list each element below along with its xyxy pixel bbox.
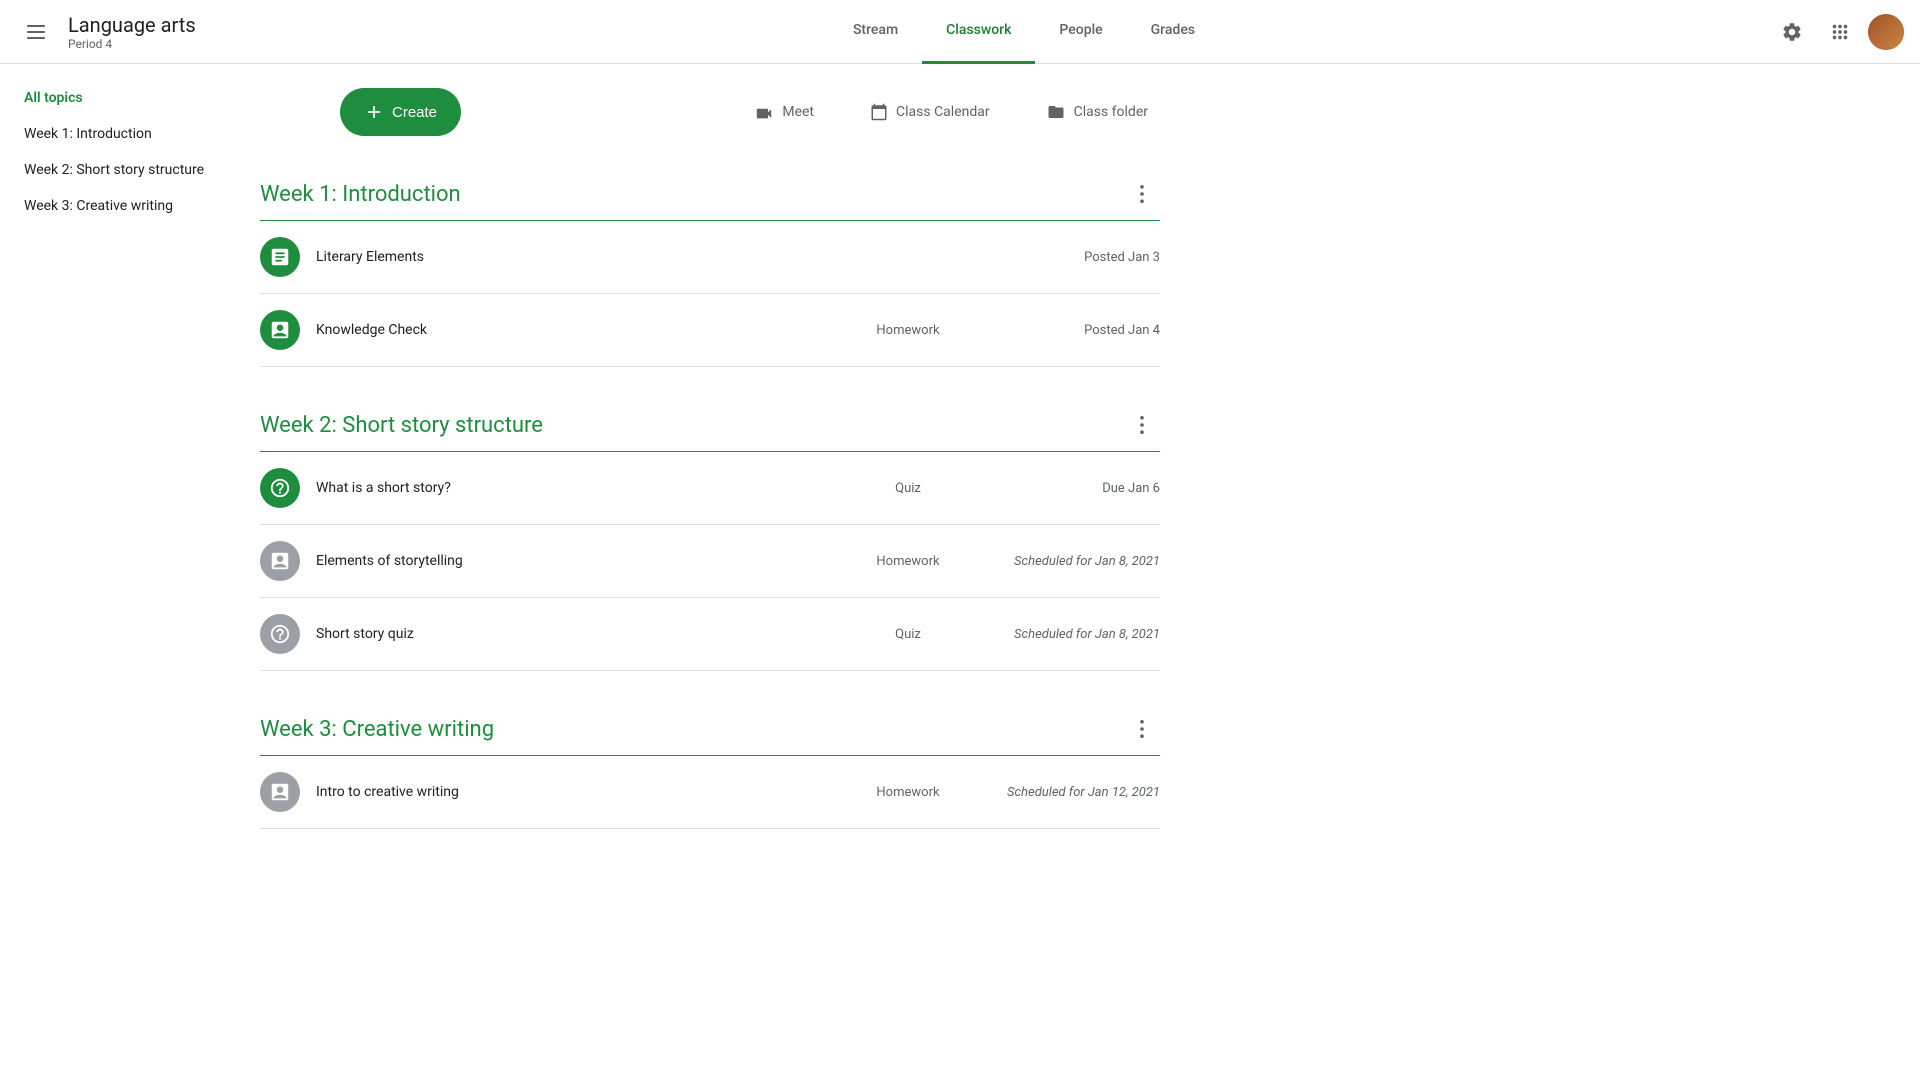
topic-week1: Week 1: Introduction Li [260,160,1160,367]
sidebar-item-week1[interactable]: Week 1: Introduction [0,116,244,152]
tab-people[interactable]: People [1035,0,1126,64]
topic-title-week3: Week 3: Creative writing [260,717,494,742]
menu-icon[interactable] [16,12,56,52]
topic-title-week2: Week 2: Short story structure [260,413,543,438]
assignment-date-storytelling: Scheduled for Jan 8, 2021 [980,554,1160,569]
header-nav: Stream Classwork People Grades [276,0,1772,64]
assignment-info-quiz1: What is a short story? [316,480,868,496]
tab-classwork[interactable]: Classwork [922,0,1035,64]
assignment-info-storytelling: Elements of storytelling [316,553,868,569]
assignment-meta-knowledge: Homework Posted Jan 4 [868,323,1160,338]
main-content: Create Meet Class Calendar Class fol [260,64,1160,1080]
assignment-creative-writing[interactable]: Intro to creative writing Homework Sched… [260,756,1160,829]
classwork-toolbar: Create Meet Class Calendar Class fol [340,88,1160,160]
assignment-meta-storytelling: Homework Scheduled for Jan 8, 2021 [868,554,1160,569]
assignment-name-quiz2: Short story quiz [316,626,414,642]
class-calendar-label: Class Calendar [896,104,990,120]
assignment-type-storytelling: Homework [868,554,948,569]
assignment-icon-knowledge [260,310,300,350]
topic-more-week1[interactable] [1124,176,1160,212]
class-folder-label: Class folder [1074,104,1148,120]
layout: All topics Week 1: Introduction Week 2: … [0,64,1920,1080]
header-left: Language arts Period 4 [16,12,276,52]
meet-button[interactable]: Meet [742,96,826,128]
assignment-storytelling[interactable]: Elements of storytelling Homework Schedu… [260,525,1160,598]
assignment-type-knowledge: Homework [868,323,948,338]
assignment-icon-quiz2 [260,614,300,654]
topic-more-week3[interactable] [1124,711,1160,747]
assignment-name-creative: Intro to creative writing [316,784,459,800]
assignment-date-quiz1: Due Jan 6 [980,481,1160,496]
assignment-date-quiz2: Scheduled for Jan 8, 2021 [980,627,1160,642]
assignment-icon-quiz1 [260,468,300,508]
sidebar: All topics Week 1: Introduction Week 2: … [0,64,260,1080]
topic-header-week2: Week 2: Short story structure [260,391,1160,452]
avatar[interactable] [1868,14,1904,50]
sidebar-item-week3[interactable]: Week 3: Creative writing [0,188,244,224]
create-button[interactable]: Create [340,88,461,136]
assignment-type-quiz1: Quiz [868,481,948,496]
header-actions [1772,12,1904,52]
settings-icon[interactable] [1772,12,1812,52]
topic-header-week3: Week 3: Creative writing [260,695,1160,756]
app-branding: Language arts Period 4 [68,13,196,51]
topic-week2: Week 2: Short story structure [260,391,1160,671]
tab-grades[interactable]: Grades [1127,0,1219,64]
assignment-date-creative: Scheduled for Jan 12, 2021 [980,785,1160,800]
sidebar-item-all-topics[interactable]: All topics [0,80,244,116]
assignment-meta-literary: Posted Jan 3 [868,250,1160,265]
assignment-name-storytelling: Elements of storytelling [316,553,463,569]
assignment-info-quiz2: Short story quiz [316,626,868,642]
assignment-name-quiz1: What is a short story? [316,480,451,496]
assignment-icon-storytelling [260,541,300,581]
meet-label: Meet [782,104,814,120]
assignment-name-knowledge: Knowledge Check [316,322,427,338]
assignment-short-story-question[interactable]: What is a short story? Quiz Due Jan 6 [260,452,1160,525]
create-label: Create [392,104,437,121]
topic-header-week1: Week 1: Introduction [260,160,1160,221]
class-folder-button[interactable]: Class folder [1034,95,1160,129]
assignment-meta-creative: Homework Scheduled for Jan 12, 2021 [868,785,1160,800]
topic-title-week1: Week 1: Introduction [260,182,461,207]
app-subtitle: Period 4 [68,37,196,51]
header: Language arts Period 4 Stream Classwork … [0,0,1920,64]
assignment-type-quiz2: Quiz [868,627,948,642]
assignment-date-literary: Posted Jan 3 [980,250,1160,265]
assignment-icon-creative [260,772,300,812]
tab-stream[interactable]: Stream [829,0,922,64]
content-area: Week 1: Introduction Li [260,160,1160,829]
topic-more-week2[interactable] [1124,407,1160,443]
apps-icon[interactable] [1820,12,1860,52]
assignment-meta-quiz2: Quiz Scheduled for Jan 8, 2021 [868,627,1160,642]
assignment-info-literary: Literary Elements [316,249,868,265]
assignment-name-literary: Literary Elements [316,249,424,265]
assignment-short-story-quiz[interactable]: Short story quiz Quiz Scheduled for Jan … [260,598,1160,671]
assignment-info-creative: Intro to creative writing [316,784,868,800]
sidebar-item-week2[interactable]: Week 2: Short story structure [0,152,244,188]
assignment-literary-elements[interactable]: Literary Elements Posted Jan 3 [260,221,1160,294]
app-title: Language arts [68,13,196,37]
assignment-knowledge-check[interactable]: Knowledge Check Homework Posted Jan 4 [260,294,1160,367]
assignment-info-knowledge: Knowledge Check [316,322,868,338]
topic-week3: Week 3: Creative writing [260,695,1160,829]
assignment-type-creative: Homework [868,785,948,800]
assignment-icon-literary [260,237,300,277]
class-calendar-button[interactable]: Class Calendar [858,94,1002,130]
assignment-meta-quiz1: Quiz Due Jan 6 [868,481,1160,496]
assignment-date-knowledge: Posted Jan 4 [980,323,1160,338]
